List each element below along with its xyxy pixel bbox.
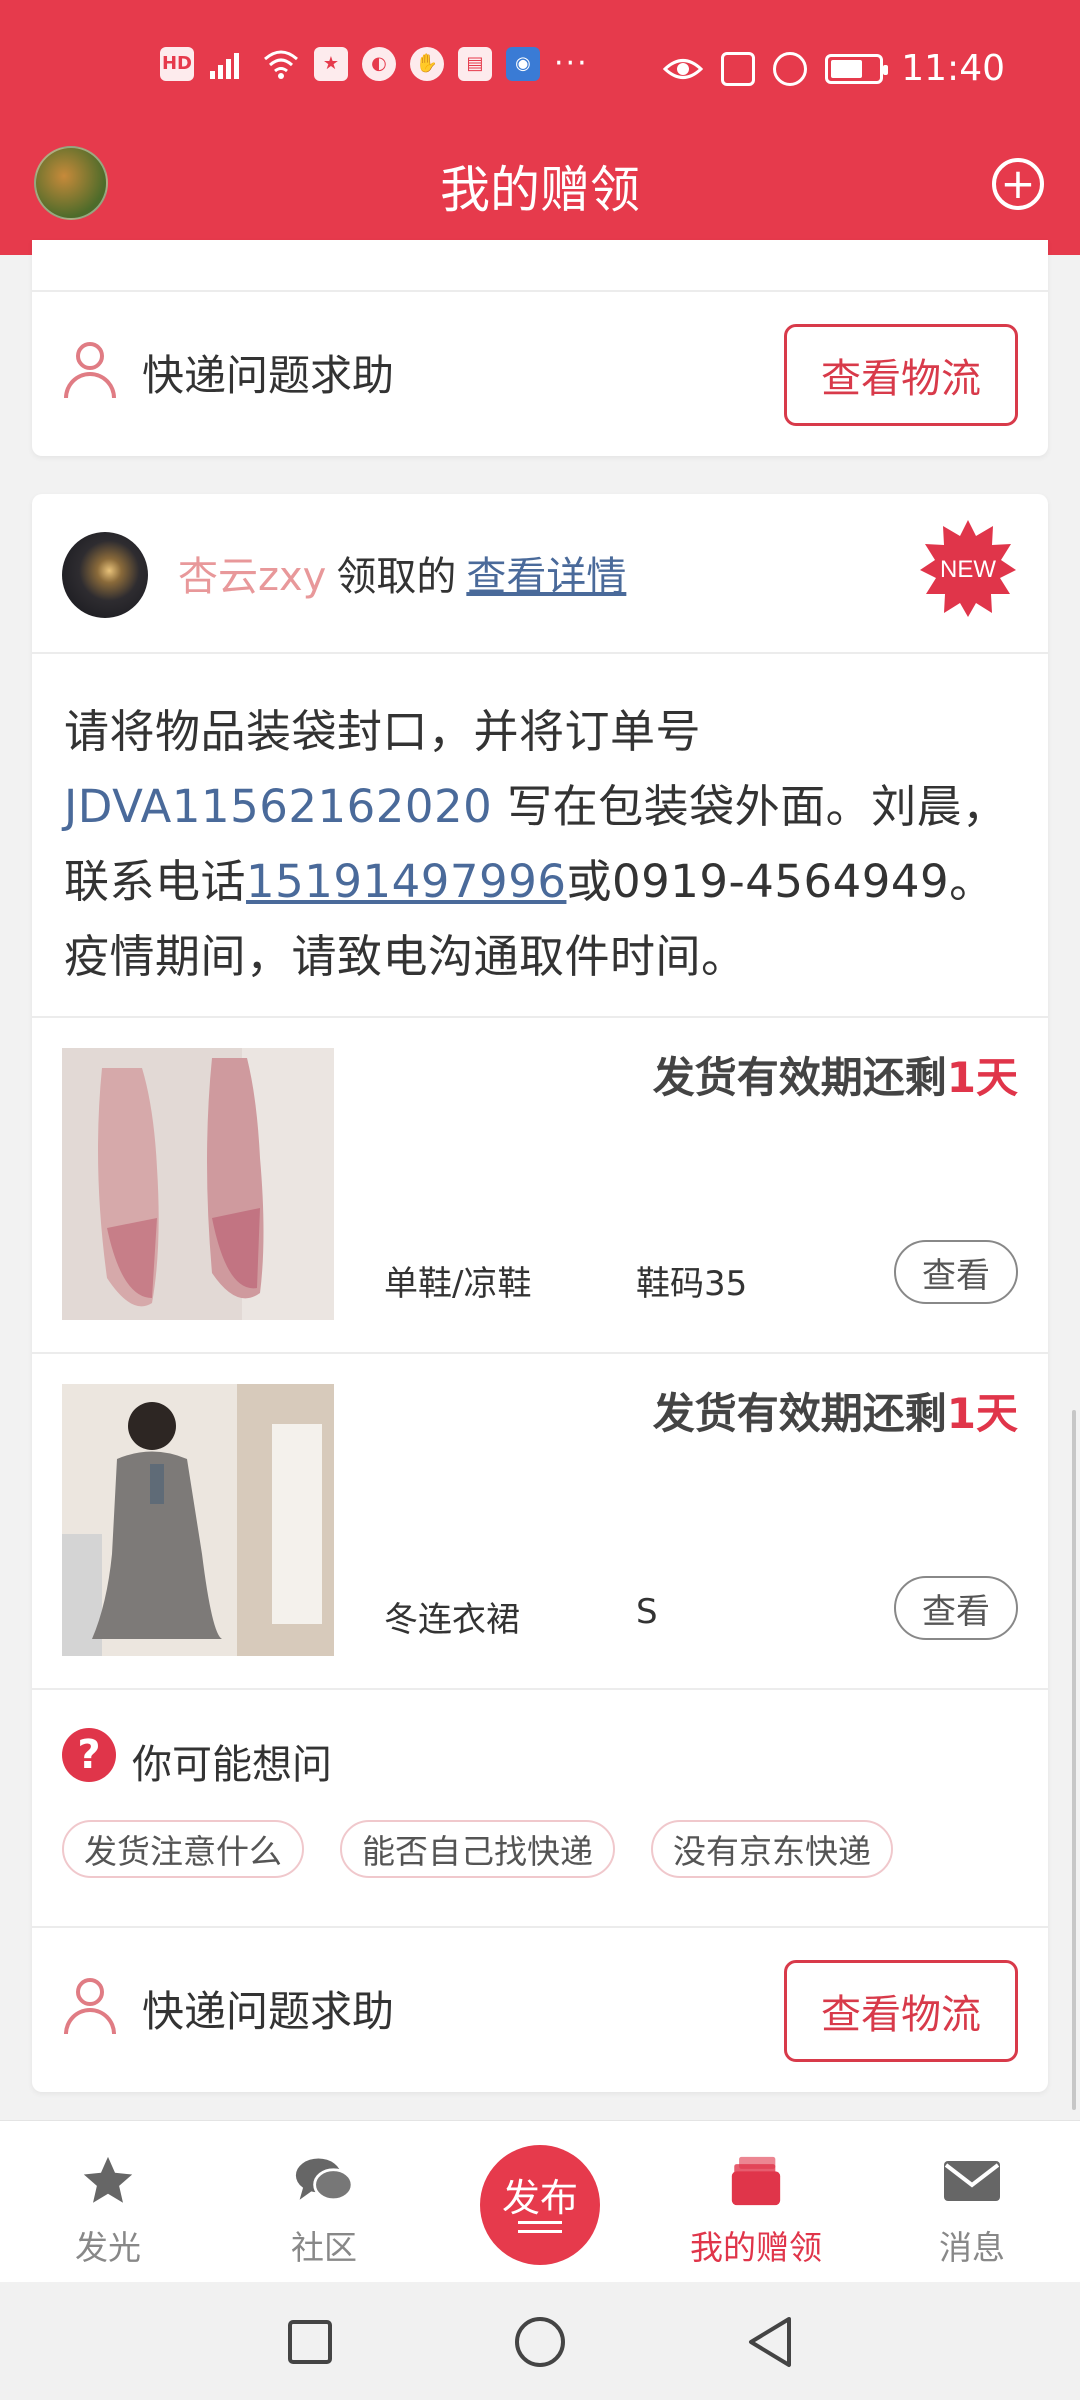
nav-label: 社区: [291, 2228, 357, 2267]
wifi-icon: [264, 50, 298, 79]
ball-app-icon: ◐: [362, 46, 396, 81]
phone-link[interactable]: 15191497996: [246, 855, 566, 908]
status-bar: HD ★ ◐ ✋ ▤ ◉ ··· 11:40: [0, 36, 1080, 100]
scrollbar[interactable]: [1072, 1410, 1076, 2110]
view-logistics-button[interactable]: 查看物流: [784, 324, 1018, 426]
shipping-note: 请将物品装袋封口，并将订单号 JDVA11562162020 写在包装袋外面。刘…: [64, 694, 1018, 994]
nfc-icon: [721, 51, 756, 86]
gift-cards-icon: [726, 2151, 786, 2211]
faq-chip[interactable]: 发货注意什么: [62, 1820, 304, 1878]
view-item-button[interactable]: 查看: [894, 1240, 1018, 1304]
receiver-name[interactable]: 杏云zxy: [178, 554, 326, 600]
star-icon: [78, 2151, 138, 2211]
donation-card: 杏云zxy 领取的 查看详情 NEW 请将物品装袋封口，并将订单号 JDVA1156…: [32, 494, 1048, 2092]
star-app-icon: ★: [314, 46, 348, 81]
square-icon: [288, 2320, 332, 2364]
help-row: 快递问题求助 查看物流: [32, 1930, 1048, 2080]
express-help-link[interactable]: 快递问题求助: [142, 1978, 394, 2039]
person-icon: [64, 342, 116, 400]
item-photo-shoes[interactable]: [62, 1048, 334, 1320]
faq-chips: 发货注意什么 能否自己找快递 没有京东快递: [62, 1820, 893, 1878]
order-number: JDVA11562162020: [64, 780, 493, 833]
faq-title: 你可能想问: [132, 1742, 332, 1788]
page-title: 我的赠领: [440, 161, 640, 219]
express-help-link[interactable]: 快递问题求助: [142, 342, 394, 403]
triangle-back-icon: [749, 2317, 791, 2367]
item-category: 单鞋/凉鞋: [384, 1264, 532, 1304]
donation-card-previous: 快递问题求助 查看物流: [32, 240, 1048, 456]
card-divider: [32, 290, 1048, 292]
receiver-row: 杏云zxy 领取的 查看详情 NEW: [32, 494, 1048, 654]
view-item-button[interactable]: 查看: [894, 1576, 1018, 1640]
bulb-app-icon: ◉: [506, 46, 540, 81]
status-time: 11:40: [901, 48, 1005, 89]
ship-deadline: 发货有效期还剩1天: [652, 1053, 1018, 1102]
bottom-nav: 发光 社区 发布 我的赠领 消息: [0, 2120, 1080, 2282]
receiver-text: 杏云zxy 领取的 查看详情: [178, 544, 626, 602]
person-icon: [64, 1978, 116, 2036]
status-right-icons: 11:40: [663, 48, 1005, 89]
new-burst-icon: NEW: [920, 520, 1016, 617]
publish-button[interactable]: 发布: [480, 2145, 600, 2265]
note-text-1: 请将物品装袋封口，并将订单号: [64, 705, 702, 758]
hd-icon: HD: [160, 46, 194, 81]
back-button[interactable]: [740, 2312, 800, 2372]
status-left-icons: HD ★ ◐ ✋ ▤ ◉ ···: [160, 46, 589, 81]
item-size: 鞋码35: [636, 1264, 748, 1304]
ship-deadline: 发货有效期还剩1天: [652, 1389, 1018, 1438]
signal-4g-icon: [210, 52, 239, 79]
home-button[interactable]: [510, 2312, 570, 2372]
view-logistics-button[interactable]: 查看物流: [784, 1960, 1018, 2062]
nav-label: 我的赠领: [690, 2228, 822, 2267]
system-nav-bar: [0, 2282, 1080, 2400]
battery-icon: [825, 53, 889, 84]
recents-button[interactable]: [280, 2312, 340, 2372]
publish-label: 发布: [501, 2176, 578, 2220]
plus-icon: +: [1000, 159, 1036, 208]
item-row: 发货有效期还剩1天 冬连衣裙 S 查看: [32, 1354, 1048, 1690]
receiver-action: 领取的: [336, 554, 457, 600]
nav-label: 消息: [939, 2228, 1005, 2267]
item-category: 冬连衣裙: [384, 1600, 520, 1640]
faq-chip[interactable]: 能否自己找快递: [340, 1820, 615, 1878]
nav-item-messages[interactable]: 消息: [892, 2151, 1052, 2269]
title-row: 我的赠领 +: [0, 140, 1080, 230]
shield-app-icon: ✋: [410, 46, 444, 81]
circle-icon: [515, 2317, 565, 2367]
faq-chip[interactable]: 没有京东快递: [651, 1820, 893, 1878]
mail-icon: [942, 2151, 1002, 2211]
view-details-link[interactable]: 查看详情: [466, 554, 626, 600]
nav-item-community[interactable]: 社区: [244, 2151, 404, 2269]
item-row: 发货有效期还剩1天 单鞋/凉鞋 鞋码35 查看: [32, 1018, 1048, 1354]
chat-icon: [294, 2151, 354, 2211]
help-row: 快递问题求助 查看物流: [32, 294, 1048, 444]
alarm-icon: [773, 51, 808, 86]
app-header: HD ★ ◐ ✋ ▤ ◉ ··· 11:40 我的赠领 +: [0, 0, 1080, 255]
add-button[interactable]: +: [992, 158, 1044, 210]
svg-text:NEW: NEW: [940, 556, 996, 583]
publish-icon: [518, 2221, 562, 2233]
book-app-icon: ▤: [458, 46, 492, 81]
nav-label: 发光: [75, 2228, 141, 2267]
item-size: S: [636, 1592, 658, 1632]
faq-section: ? 你可能想问 发货注意什么 能否自己找快递 没有京东快递: [32, 1690, 1048, 1928]
new-badge: NEW: [918, 518, 1018, 618]
item-photo-dress[interactable]: [62, 1384, 334, 1656]
nav-item-shine[interactable]: 发光: [28, 2151, 188, 2269]
receiver-avatar[interactable]: [62, 532, 148, 618]
eye-icon: [663, 58, 704, 79]
status-overflow: ···: [554, 46, 589, 81]
nav-item-my-gifts[interactable]: 我的赠领: [676, 2151, 836, 2269]
question-icon: ?: [62, 1728, 116, 1782]
